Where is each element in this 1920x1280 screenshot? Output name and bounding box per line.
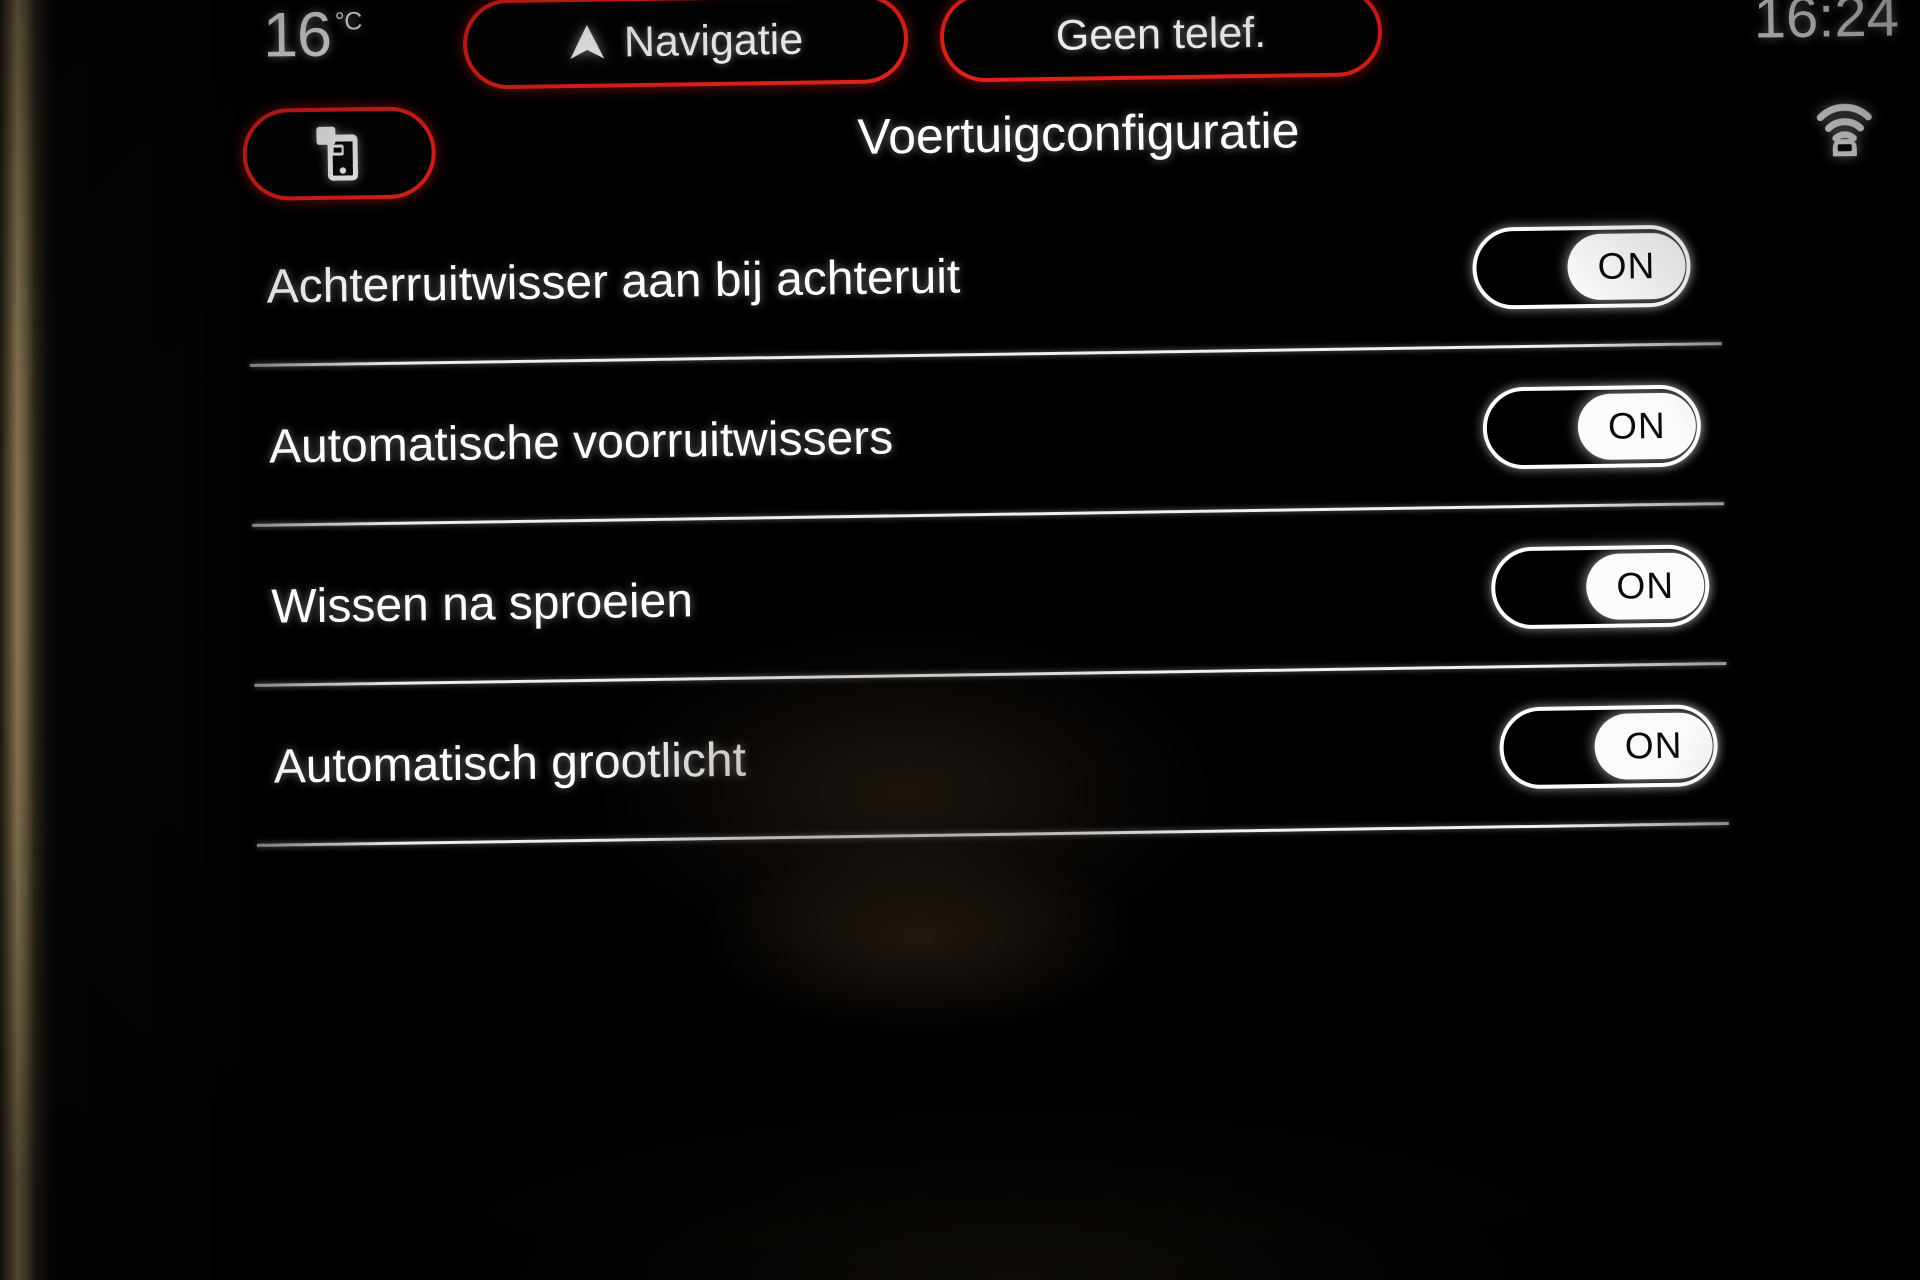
settings-row-toggle[interactable]: ON (1482, 384, 1702, 470)
navigation-button[interactable]: Navigatie (462, 0, 909, 90)
toggle-state-label: ON (1624, 724, 1683, 767)
settings-row[interactable]: Automatisch grootlicht ON (251, 662, 1920, 847)
navigation-button-label: Navigatie (623, 15, 804, 66)
temperature-value: 16 (262, 0, 332, 71)
outside-temperature: 16 °C (262, 0, 363, 71)
car-wifi-icon (1816, 103, 1872, 157)
row-divider (256, 822, 1729, 847)
toggle-state-label: ON (1597, 245, 1656, 287)
infotainment-ui: 16 °C Navigatie Geen telef. 16:24 Voertu… (240, 0, 1920, 1280)
navigation-arrow-icon (570, 24, 605, 60)
settings-row-label: Automatische voorruitwissers (268, 410, 894, 474)
settings-row[interactable]: Wissen na sproeien ON (248, 502, 1920, 687)
toggle-state-label: ON (1616, 564, 1675, 607)
phone-status-button[interactable]: Geen telef. (939, 0, 1383, 83)
settings-row-toggle[interactable]: ON (1471, 224, 1692, 310)
settings-row-label: Automatisch grootlicht (273, 733, 747, 794)
toggle-knob: ON (1594, 712, 1714, 781)
temperature-unit: °C (334, 7, 363, 36)
settings-row-toggle[interactable]: ON (1490, 544, 1710, 630)
settings-row[interactable]: Automatische voorruitwissers ON (246, 342, 1920, 527)
settings-row-label: Wissen na sproeien (271, 573, 694, 634)
screen-left-bezel (48, 0, 248, 1280)
settings-row-label: Achterruitwisser aan bij achteruit (266, 249, 961, 314)
cabin-light-glow (0, 0, 58, 1280)
toggle-state-label: ON (1607, 404, 1666, 447)
infotainment-screen-photo: 16 °C Navigatie Geen telef. 16:24 Voertu… (0, 0, 1920, 1280)
page-title: Voertuigconfiguratie (857, 102, 1300, 165)
toggle-knob: ON (1585, 552, 1705, 621)
settings-list: Achterruitwisser aan bij achteruit ON Au… (243, 182, 1920, 847)
toggle-knob: ON (1567, 232, 1686, 301)
settings-row[interactable]: Achterruitwisser aan bij achteruit ON (243, 182, 1917, 367)
clock: 16:24 (1753, 0, 1900, 51)
toggle-knob: ON (1577, 392, 1697, 461)
settings-row-toggle[interactable]: ON (1499, 704, 1719, 790)
phone-status-label: Geen telef. (1055, 8, 1267, 60)
